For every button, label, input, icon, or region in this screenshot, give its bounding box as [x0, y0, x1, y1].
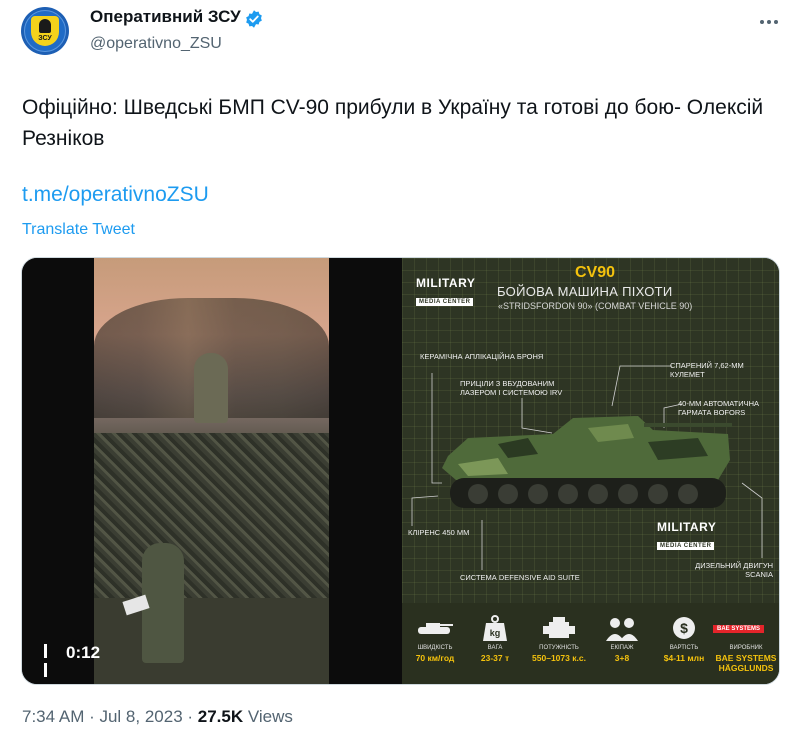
stat-label: ШВИДКІСТЬ — [417, 645, 453, 651]
cv90-vehicle-image — [442, 416, 732, 508]
soldier-foreground — [142, 543, 184, 663]
stat-label: ПОТУЖНІСТЬ — [539, 645, 579, 651]
stat-cost: $ ВАРТІСТЬ $4-11 млн — [653, 603, 715, 663]
stat-label: ВИРОБНИК — [729, 645, 763, 651]
svg-text:kg: kg — [490, 628, 501, 638]
more-options-icon[interactable] — [760, 11, 784, 24]
stat-label: ЕКІПАЖ — [610, 645, 634, 651]
tank-image — [94, 433, 329, 608]
stat-value: 23-37 т — [480, 653, 510, 663]
brand-sub-2: MEDIA CENTER — [657, 542, 715, 550]
stat-label: ВАГА — [487, 645, 503, 651]
views-label: Views — [243, 707, 293, 726]
svg-text:$: $ — [680, 620, 688, 636]
avatar-text: ЗСУ — [38, 35, 52, 42]
tweet-text: Офіційно: Шведські БМП CV-90 прибули в У… — [22, 96, 764, 150]
weight-icon: kg — [464, 613, 526, 643]
stat-value: 3+8 — [614, 653, 630, 663]
stat-value: $4-11 млн — [663, 653, 705, 663]
dollar-icon: $ — [653, 613, 715, 643]
video-frame — [94, 258, 329, 684]
stat-value: 70 км/год — [415, 653, 455, 663]
views-count: 27.5K — [197, 707, 244, 726]
tweet-meta: 7:34 AM · Jul 8, 2023 · 27.5K Views — [22, 707, 293, 727]
translate-tweet-link[interactable]: Translate Tweet — [22, 221, 135, 239]
tank-icon — [404, 613, 466, 643]
video-player[interactable]: 0:12 — [22, 258, 402, 684]
pause-icon[interactable] — [44, 644, 54, 677]
soldier-icon — [39, 19, 51, 33]
stat-manufacturer: ВИРОБНИК BAE SYSTEMS HÄGGLUNDS — [713, 603, 779, 673]
author-name[interactable]: Оперативний ЗСУ — [90, 7, 241, 27]
stat-label: ВАРТІСТЬ — [669, 645, 699, 651]
brand-name-2: MILITARY — [657, 520, 717, 534]
stat-crew: ЕКІПАЖ 3+8 — [591, 603, 653, 663]
verified-badge-icon — [246, 10, 262, 28]
bae-systems-logo: BAE SYSTEMS — [713, 625, 765, 633]
tweet-link[interactable]: t.me/operativnoZSU — [22, 183, 209, 207]
soldier-on-tank — [194, 353, 228, 423]
stat-power: ПОТУЖНІСТЬ 550–1073 к.с. — [528, 603, 590, 663]
crew-icon — [591, 613, 653, 643]
author-handle[interactable]: @operativno_ZSU — [90, 35, 222, 53]
stat-weight: kg ВАГА 23-37 т — [464, 603, 526, 663]
stat-value: 550–1073 к.с. — [532, 653, 586, 663]
stats-panel: ШВИДКІСТЬ 70 км/год kg ВАГА 23-37 т ПОТУ… — [402, 603, 779, 684]
media-container: 0:12 MILITARY MEDIA CENTER CV90 БОЙОВА М… — [21, 257, 780, 685]
engine-icon — [528, 613, 590, 643]
avatar[interactable]: ЗСУ — [21, 7, 69, 55]
video-timecode: 0:12 — [66, 643, 101, 662]
brand-logo-2: MILITARY MEDIA CENTER — [657, 520, 716, 552]
stat-speed: ШВИДКІСТЬ 70 км/год — [404, 603, 466, 663]
infographic-image[interactable]: MILITARY MEDIA CENTER CV90 БОЙОВА МАШИНА… — [402, 258, 779, 684]
tweet-timestamp[interactable]: 7:34 AM · Jul 8, 2023 · — [22, 707, 198, 726]
stat-value: BAE SYSTEMS HÄGGLUNDS — [715, 653, 777, 673]
